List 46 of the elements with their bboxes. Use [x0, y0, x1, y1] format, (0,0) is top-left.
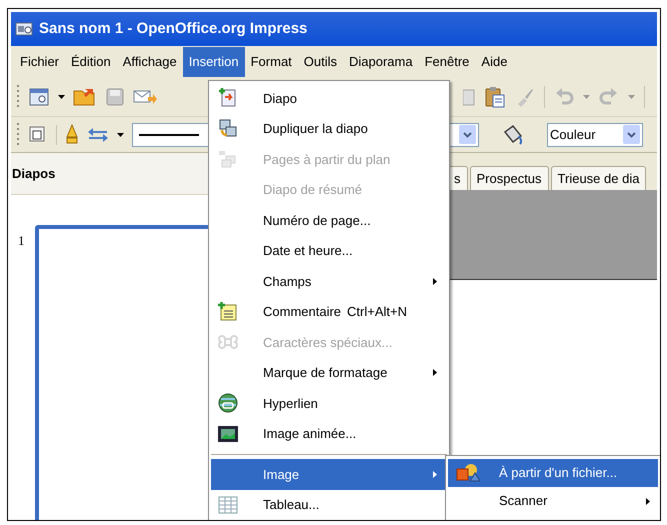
menu-item[interactable]: À partir d'un fichier... [448, 459, 658, 487]
menu-item[interactable]: Commentaire Ctrl+Alt+N [211, 296, 447, 327]
menu-item[interactable]: Champs [211, 266, 447, 296]
menu-bar-item[interactable]: Diaporama [343, 47, 419, 77]
menu-item-label: Commentaire [263, 303, 342, 321]
menu-item-label: Numéro de page... [263, 212, 371, 230]
menu-bar-item[interactable]: Outils [298, 47, 344, 77]
menu-item[interactable]: Tableau... [211, 490, 447, 520]
menu-item[interactable]: Scanner [448, 487, 658, 515]
menu-bar-item[interactable]: Fenêtre [418, 47, 476, 77]
menu-item-label: Dupliquer la diapo [263, 120, 368, 138]
menu-item-label: Champs [263, 272, 312, 291]
panel-title: Diapos [12, 164, 56, 183]
window-title: Sans nom 1 - OpenOffice.org Impress [39, 18, 308, 39]
menu-item[interactable]: Hyperlien [211, 388, 447, 418]
menu-item[interactable]: Dupliquer la diapo [211, 114, 447, 144]
menu-bar-item[interactable]: Aide [475, 47, 514, 77]
menu-item-label: Image animée... [263, 425, 356, 443]
menu-item-label: Image [263, 466, 300, 484]
menu-item[interactable]: Date et heure... [211, 236, 447, 266]
shortcut-label: Ctrl+Alt+N [347, 303, 407, 321]
menu-item-label: Date et heure... [263, 242, 353, 260]
menu-item-label: Pages à partir du plan [263, 150, 390, 169]
slide-number: 1 [18, 232, 24, 250]
menu-bar-item[interactable]: Insertion [182, 47, 245, 77]
menu-item[interactable]: Image [211, 459, 447, 490]
menu-item[interactable]: Diapo [211, 83, 447, 114]
menu-item-label: Diapo [263, 90, 297, 108]
area-style-dropdown[interactable]: Couleur [547, 122, 643, 146]
dropdown-value: Couleur [550, 126, 596, 144]
menu-item-label: Caractères spéciaux... [263, 334, 392, 352]
menu-item[interactable]: Image animée... [211, 418, 447, 449]
menu-item-label: Diapo de résumé [263, 181, 362, 199]
menu-item[interactable]: Numéro de page... [211, 205, 447, 236]
menu-item-label: Hyperlien [263, 394, 318, 413]
menu-bar-item[interactable]: Fichier [14, 47, 66, 77]
view-tab[interactable]: Trieuse de dia [550, 166, 646, 190]
menu-bar-item[interactable]: Édition [65, 47, 117, 77]
menu-bar-item[interactable]: Format [244, 47, 298, 77]
view-tab[interactable]: Prospectus [470, 166, 549, 190]
menu-item-label: À partir d'un fichier... [499, 464, 618, 482]
menu-item-label: Scanner [499, 492, 548, 510]
menu-item-label: Tableau... [263, 496, 320, 514]
menu-item[interactable]: Marque de formatage [211, 358, 447, 388]
menu-bar-item[interactable]: Affichage [116, 47, 183, 77]
menu-item-label: Marque de formatage [263, 364, 388, 382]
